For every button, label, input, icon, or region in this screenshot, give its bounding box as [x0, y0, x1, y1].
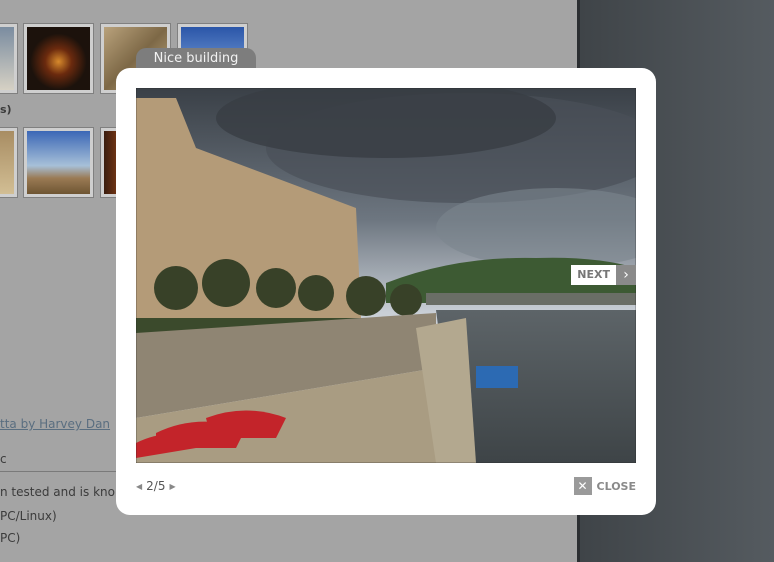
- photo-credit-link[interactable]: tta by Harvey Dan: [0, 417, 110, 431]
- body-text: PC): [0, 531, 21, 545]
- triangle-right-icon[interactable]: ▶: [169, 482, 175, 491]
- gallery-thumbnail[interactable]: [23, 23, 94, 94]
- gallery-thumbnail[interactable]: [23, 127, 94, 198]
- section-heading: c: [0, 452, 7, 466]
- photo-image: [136, 88, 636, 463]
- triangle-left-icon[interactable]: ◀: [136, 482, 142, 491]
- close-label: CLOSE: [596, 479, 636, 493]
- counter-text: 2/5: [146, 479, 166, 493]
- image-counter: ◀ 2/5 ▶: [136, 479, 176, 493]
- next-label: NEXT: [571, 265, 616, 285]
- next-button[interactable]: NEXT ›: [571, 265, 636, 285]
- lightbox-dialog: NEXT › ◀ 2/5 ▶ ✕ CLOSE: [116, 68, 656, 515]
- group-label: s): [0, 103, 12, 116]
- gallery-thumbnail[interactable]: [0, 23, 18, 94]
- close-icon: ✕: [573, 477, 592, 495]
- gallery-thumbnail[interactable]: [0, 127, 18, 198]
- image-caption: Nice building: [136, 48, 256, 69]
- lightbox-photo[interactable]: NEXT ›: [136, 88, 636, 463]
- body-text: n tested and is kno: [0, 485, 115, 499]
- body-text: PC/Linux): [0, 509, 57, 523]
- close-button[interactable]: ✕ CLOSE: [573, 477, 636, 495]
- chevron-right-icon: ›: [616, 265, 636, 285]
